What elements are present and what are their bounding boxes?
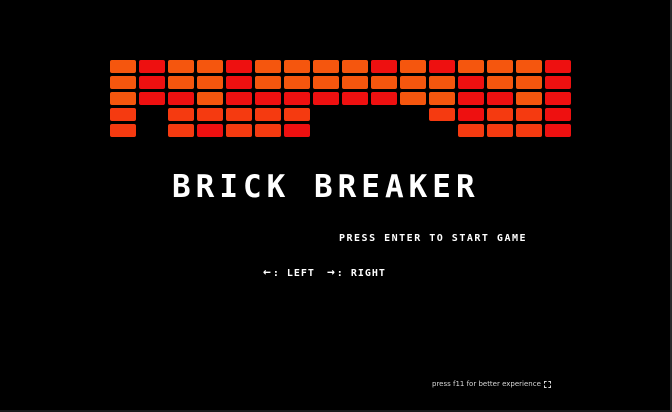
brick: [110, 76, 136, 89]
brick: [110, 60, 136, 73]
brick: [545, 92, 571, 105]
brick: [545, 60, 571, 73]
brick: [197, 60, 223, 73]
brick: [284, 108, 310, 121]
fullscreen-icon: [543, 380, 551, 388]
brick: [110, 108, 136, 121]
brick: [429, 92, 455, 105]
brick: [139, 60, 165, 73]
controls-legend: ← : LEFT → : RIGHT: [263, 265, 386, 280]
brick: [545, 124, 571, 137]
brick: [429, 60, 455, 73]
brick: [168, 124, 194, 137]
brick: [429, 108, 455, 121]
brick: [139, 92, 165, 105]
brick: [284, 60, 310, 73]
brick: [168, 60, 194, 73]
brick: [458, 124, 484, 137]
brick: [255, 124, 281, 137]
left-control-label: : LEFT: [272, 267, 315, 279]
brick: [342, 60, 368, 73]
brick: [429, 76, 455, 89]
fullscreen-hint: press f11 for better experience: [432, 380, 551, 388]
brick: [516, 60, 542, 73]
right-control-label: : RIGHT: [336, 267, 386, 279]
brick: [458, 92, 484, 105]
brick: [255, 92, 281, 105]
brick: [313, 76, 339, 89]
brick: [458, 60, 484, 73]
right-arrow-icon: →: [326, 265, 336, 280]
brick: [487, 92, 513, 105]
brick: [168, 76, 194, 89]
brick: [458, 76, 484, 89]
brick: [487, 108, 513, 121]
brick: [516, 108, 542, 121]
brick: [255, 76, 281, 89]
left-arrow-icon: ←: [263, 265, 272, 280]
brick: [226, 60, 252, 73]
brick: [284, 76, 310, 89]
brick: [255, 108, 281, 121]
brick: [197, 108, 223, 121]
brick: [313, 60, 339, 73]
brick: [197, 124, 223, 137]
brick: [458, 108, 484, 121]
brick: [516, 124, 542, 137]
brick: [226, 76, 252, 89]
brick: [284, 124, 310, 137]
brick: [487, 124, 513, 137]
brick: [342, 76, 368, 89]
brick-wall: [110, 60, 571, 140]
brick: [313, 92, 339, 105]
brick: [255, 60, 281, 73]
brick: [487, 76, 513, 89]
brick: [226, 108, 252, 121]
brick: [139, 76, 165, 89]
brick: [400, 60, 426, 73]
start-prompt: PRESS ENTER TO START GAME: [339, 233, 528, 244]
brick: [487, 60, 513, 73]
brick: [197, 76, 223, 89]
brick: [371, 76, 397, 89]
brick: [516, 76, 542, 89]
brick: [110, 124, 136, 137]
brick: [168, 108, 194, 121]
brick: [226, 92, 252, 105]
game-title: BRICK BREAKER: [172, 169, 480, 205]
brick: [226, 124, 252, 137]
brick: [197, 92, 223, 105]
brick: [371, 60, 397, 73]
brick: [545, 108, 571, 121]
fullscreen-hint-text: press f11 for better experience: [432, 380, 541, 388]
brick: [545, 76, 571, 89]
game-canvas[interactable]: BRICK BREAKER PRESS ENTER TO START GAME …: [0, 0, 672, 412]
brick: [371, 92, 397, 105]
brick: [342, 92, 368, 105]
brick: [284, 92, 310, 105]
brick: [516, 92, 542, 105]
brick: [400, 92, 426, 105]
brick: [168, 92, 194, 105]
brick: [110, 92, 136, 105]
brick: [400, 76, 426, 89]
